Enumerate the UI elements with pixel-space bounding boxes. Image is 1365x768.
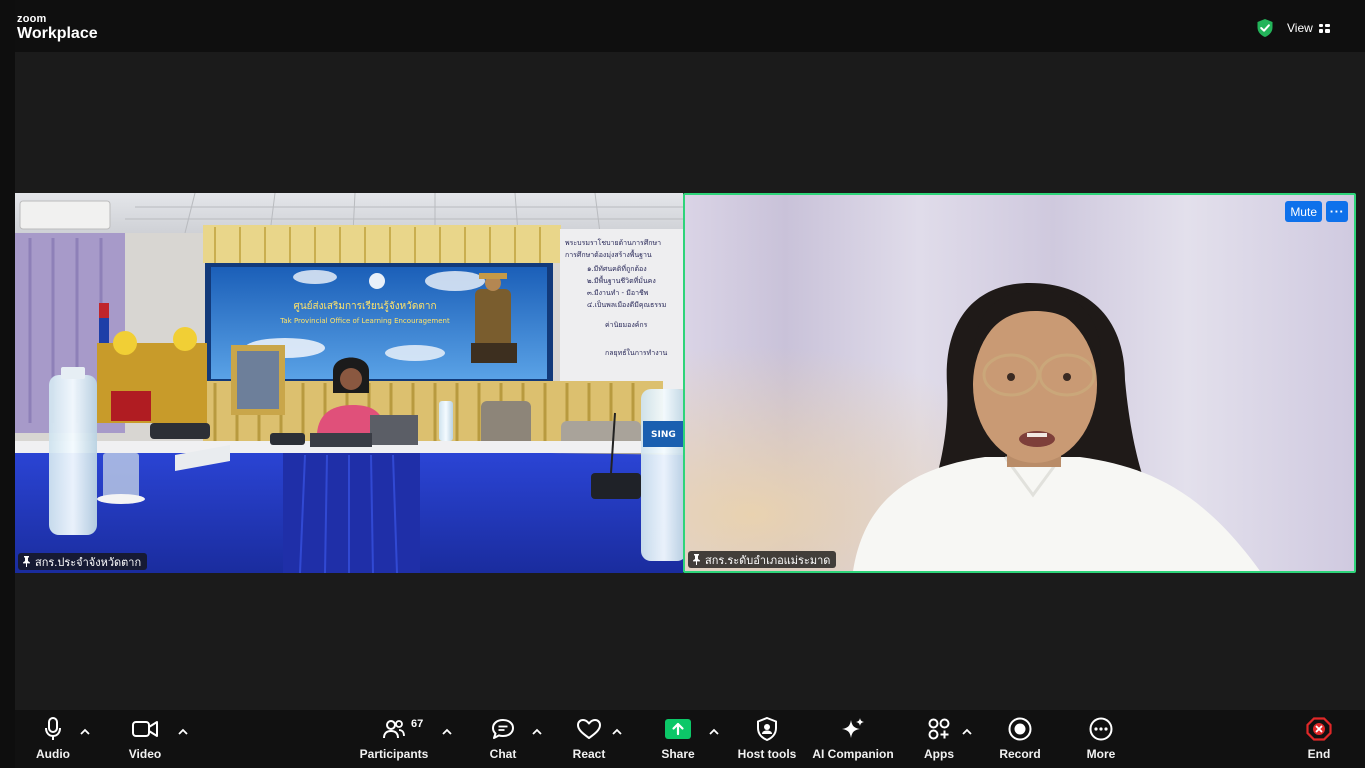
video-camera-icon: [132, 721, 158, 737]
pin-icon: [693, 554, 700, 565]
speaker-video-frame: [685, 195, 1354, 571]
share-screen-icon: [665, 719, 691, 739]
share-label: Share: [661, 747, 695, 761]
view-label: View: [1287, 21, 1313, 35]
end-call-icon: [1306, 717, 1332, 741]
participant-name-tag: สกร.ระดับอำเภอแม่ระมาด: [688, 551, 837, 568]
participants-icon: [383, 720, 405, 739]
participants-button[interactable]: 67 Participants: [359, 716, 429, 766]
view-button[interactable]: View: [1287, 18, 1330, 38]
logo-workplace-text: Workplace: [17, 25, 98, 42]
meeting-controls-toolbar: Audio Video 67 Participants Chat React S…: [15, 710, 1365, 768]
record-button[interactable]: Record: [999, 716, 1041, 766]
top-bar: zoom Workplace View: [15, 0, 1365, 52]
grid-view-icon: [1318, 23, 1330, 33]
chat-options-caret-icon[interactable]: [531, 727, 543, 737]
record-label: Record: [999, 747, 1041, 761]
heart-icon: [577, 719, 601, 739]
board-line: กลยุทธ์ในการทำงาน: [605, 348, 668, 357]
apps-options-caret-icon[interactable]: [961, 727, 973, 737]
chat-label: Chat: [489, 747, 517, 761]
host-tools-label: Host tools: [737, 747, 797, 761]
react-options-caret-icon[interactable]: [611, 727, 623, 737]
meeting-room-video-frame: ศูนย์ส่งเสริมการเรียนรู้จังหวัดตาก Tak P…: [15, 193, 683, 573]
chat-button[interactable]: Chat: [485, 716, 521, 766]
ai-sparkle-icon: [842, 718, 864, 738]
participant-name-tag: สกร.ประจำจังหวัดตาก: [18, 553, 148, 570]
video-label: Video: [128, 747, 162, 761]
chat-bubble-icon: [492, 719, 514, 739]
apps-label: Apps: [924, 747, 954, 761]
react-button[interactable]: React: [569, 716, 609, 766]
board-line: ๓.มีงานทำ - มีอาชีพ: [587, 289, 649, 297]
ai-companion-label: AI Companion: [812, 747, 894, 761]
video-tile-provincial-office[interactable]: ศูนย์ส่งเสริมการเรียนรู้จังหวัดตาก Tak P…: [15, 193, 683, 573]
microphone-icon: [45, 717, 61, 740]
participant-name: สกร.ระดับอำเภอแม่ระมาด: [705, 554, 831, 567]
end-label: End: [1307, 747, 1331, 761]
video-options-caret-icon[interactable]: [177, 727, 189, 737]
logo-zoom-text: zoom: [17, 13, 47, 25]
participant-name: สกร.ประจำจังหวัดตาก: [35, 556, 142, 569]
apps-grid-icon: [928, 718, 950, 740]
encryption-shield-icon[interactable]: [1256, 18, 1274, 38]
record-icon: [1008, 717, 1032, 741]
audio-options-caret-icon[interactable]: [79, 727, 91, 737]
pin-icon: [23, 556, 30, 567]
participants-options-caret-icon[interactable]: [441, 727, 453, 737]
host-tools-button[interactable]: Host tools: [737, 716, 797, 766]
board-line: ๔.เป็นพลเมืองดีมีคุณธรรม: [587, 300, 666, 309]
banner-english-text: Tak Provincial Office of Learning Encour…: [279, 317, 450, 325]
board-line: พระบรมราโชบายด้านการศึกษา: [565, 238, 661, 247]
host-shield-icon: [757, 717, 777, 741]
share-button[interactable]: Share: [658, 716, 698, 766]
banner-thai-text: ศูนย์ส่งเสริมการเรียนรู้จังหวัดตาก: [293, 300, 436, 312]
board-line: ๑.มีทัศนคติที่ถูกต้อง: [587, 264, 647, 273]
apps-button[interactable]: Apps: [921, 716, 957, 766]
audio-label: Audio: [36, 747, 70, 761]
share-options-caret-icon[interactable]: [708, 727, 720, 737]
mute-participant-button[interactable]: Mute: [1285, 201, 1322, 222]
end-meeting-button[interactable]: End: [1301, 716, 1337, 766]
ai-companion-button[interactable]: AI Companion: [812, 716, 894, 766]
more-label: More: [1086, 747, 1116, 761]
tile-more-options-button[interactable]: ···: [1326, 201, 1348, 222]
bottle-brand-text: SING: [651, 430, 676, 440]
board-line: ค่านิยมองค์กร: [605, 321, 648, 329]
video-tile-district-office[interactable]: Mute ··· สกร.ระดับอำเภอแม่ระมาด: [683, 193, 1356, 573]
more-button[interactable]: More: [1083, 716, 1119, 766]
left-edge-strip: [0, 0, 15, 768]
react-label: React: [572, 747, 606, 761]
zoom-workplace-logo: zoom Workplace: [17, 14, 98, 42]
audio-button[interactable]: Audio: [35, 716, 71, 766]
participant-count: 67: [411, 718, 424, 730]
video-button[interactable]: Video: [127, 716, 163, 766]
participants-label: Participants: [359, 747, 429, 761]
more-dots-icon: [1089, 717, 1113, 741]
